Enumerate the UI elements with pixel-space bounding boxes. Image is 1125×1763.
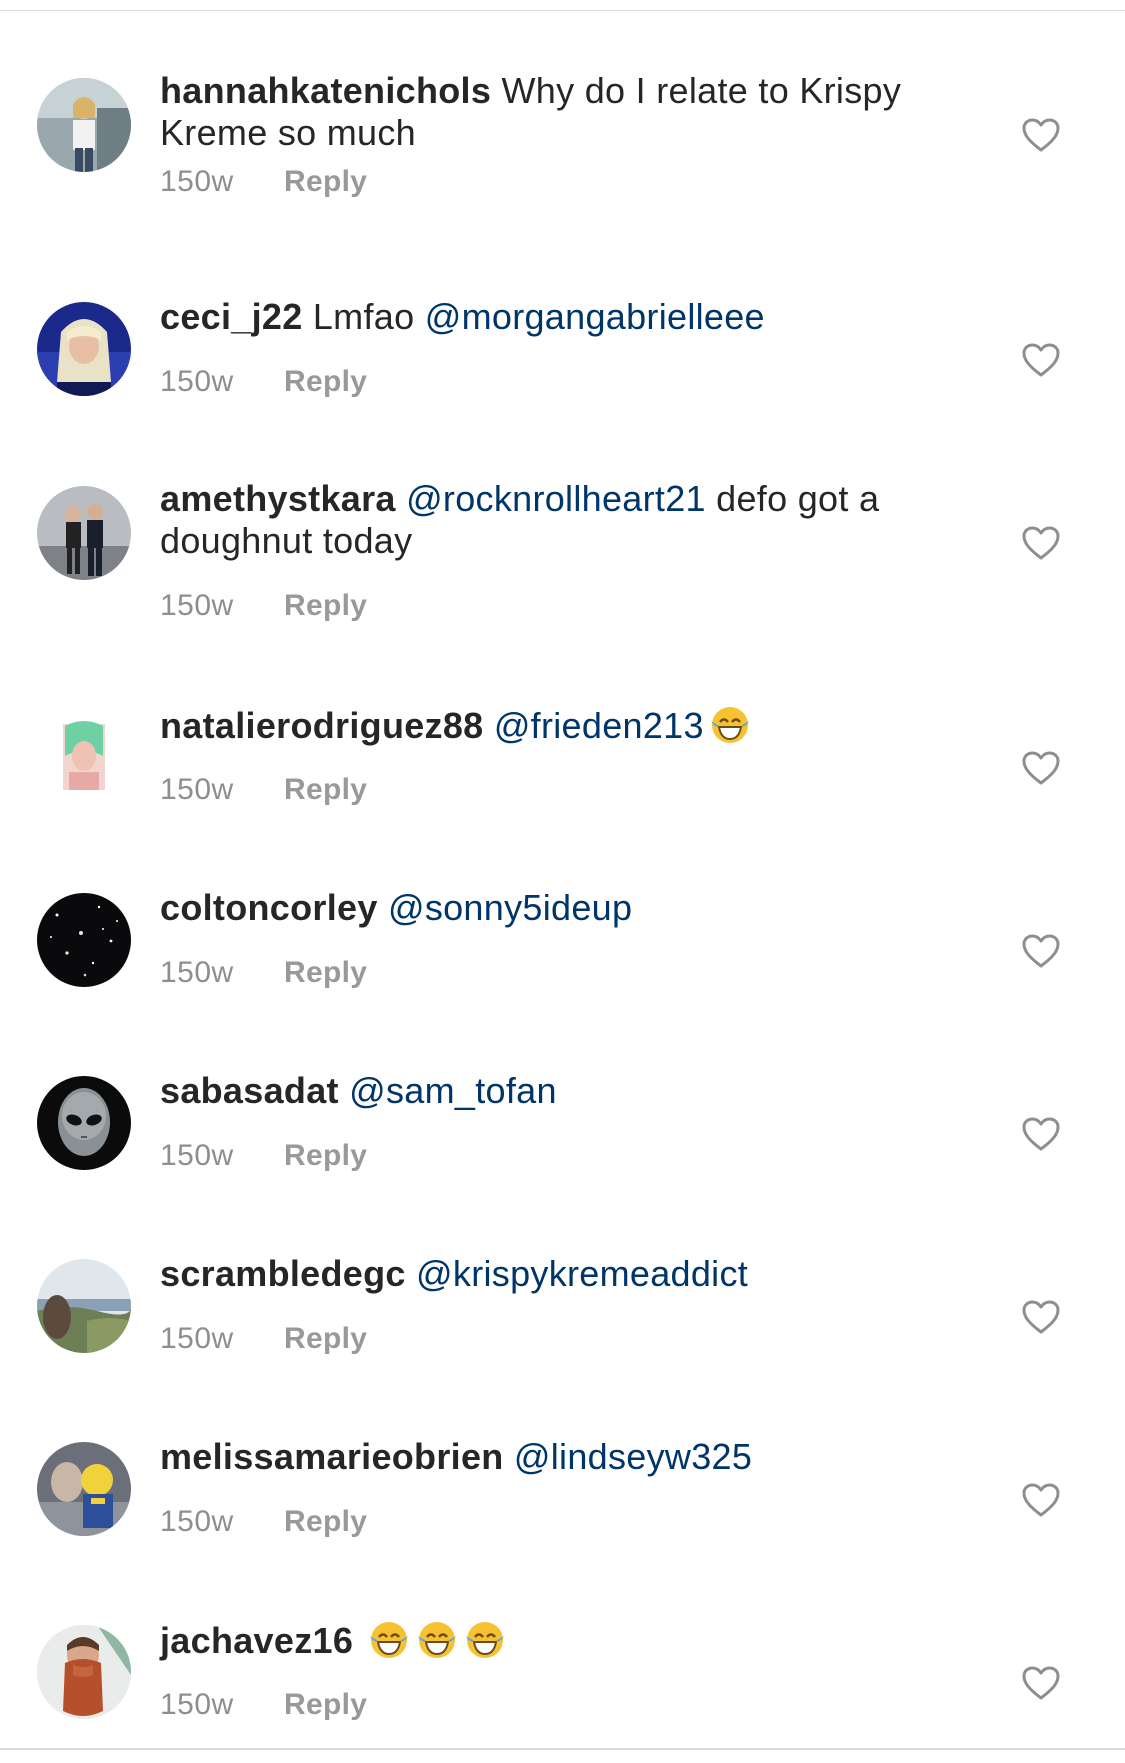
comment-username[interactable]: amethystkara <box>160 478 396 519</box>
comment-body: sabasadat @sam_tofan <box>160 1070 940 1112</box>
comment-row: coltoncorley @sonny5ideup 150w Reply <box>0 881 1125 1031</box>
comment-mention[interactable]: @lindseyw325 <box>514 1436 752 1477</box>
comment-row: ceci_j22 Lmfao @morgangabrielleee 150w Re… <box>0 290 1125 440</box>
comment-age: 150w <box>160 589 234 622</box>
comment-username[interactable]: hannahkatenichols <box>160 70 491 111</box>
reply-button[interactable]: Reply <box>284 1688 367 1721</box>
heart-icon[interactable] <box>1021 750 1061 786</box>
reply-button[interactable]: Reply <box>284 1322 367 1355</box>
comment-age: 150w <box>160 956 234 989</box>
comment-meta: 150w Reply <box>160 165 367 199</box>
heart-icon[interactable] <box>1021 525 1061 561</box>
comment-body: hannahkatenichols Why do I relate to Kri… <box>160 70 940 154</box>
comment-row: jachavez16 150w Reply <box>0 1613 1125 1763</box>
comment-row: scrambledegc @krispykremeaddict 150w Repl… <box>0 1247 1125 1397</box>
comment-meta: 150w Reply <box>160 589 367 623</box>
comment-age: 150w <box>160 1505 234 1538</box>
heart-icon[interactable] <box>1021 117 1061 153</box>
comment-mention[interactable]: @krispykremeaddict <box>416 1253 748 1294</box>
comment-mention[interactable]: @sonny5ideup <box>388 887 632 928</box>
face-with-tears-of-joy-emoji <box>708 704 752 746</box>
comment-body: jachavez16 <box>160 1619 940 1662</box>
avatar[interactable] <box>37 1076 131 1170</box>
comment-age: 150w <box>160 1139 234 1172</box>
comment-username[interactable]: natalierodriguez88 <box>160 705 484 746</box>
comment-age: 150w <box>160 1688 234 1721</box>
heart-icon[interactable] <box>1021 1116 1061 1152</box>
comment-body: scrambledegc @krispykremeaddict <box>160 1253 940 1295</box>
comment-body: amethystkara @rocknrollheart21 defo got … <box>160 478 940 562</box>
comment-mention[interactable]: @sam_tofan <box>349 1070 557 1111</box>
face-with-tears-of-joy-emoji <box>415 1619 459 1661</box>
reply-button[interactable]: Reply <box>284 1139 367 1172</box>
heart-icon[interactable] <box>1021 933 1061 969</box>
reply-button[interactable]: Reply <box>284 773 367 806</box>
avatar[interactable] <box>37 710 131 804</box>
avatar[interactable] <box>37 1625 131 1719</box>
comment-body: ceci_j22 Lmfao @morgangabrielleee <box>160 296 940 338</box>
comment-mention[interactable]: @morgangabrielleee <box>425 296 765 337</box>
avatar[interactable] <box>37 893 131 987</box>
heart-icon[interactable] <box>1021 1665 1061 1701</box>
heart-icon[interactable] <box>1021 1299 1061 1335</box>
avatar[interactable] <box>37 486 131 580</box>
face-with-tears-of-joy-emoji <box>463 1619 507 1661</box>
reply-button[interactable]: Reply <box>284 1505 367 1538</box>
comment-username[interactable]: ceci_j22 <box>160 296 303 337</box>
comment-age: 150w <box>160 165 234 198</box>
reply-button[interactable]: Reply <box>284 365 367 398</box>
comment-meta: 150w Reply <box>160 956 367 990</box>
reply-button[interactable]: Reply <box>284 956 367 989</box>
comment-body: coltoncorley @sonny5ideup <box>160 887 940 929</box>
comment-row: sabasadat @sam_tofan 150w Reply <box>0 1064 1125 1214</box>
comment-row: hannahkatenichols Why do I relate to Kri… <box>0 64 1125 214</box>
top-divider <box>0 10 1125 11</box>
comment-username[interactable]: coltoncorley <box>160 887 378 928</box>
comment-meta: 150w Reply <box>160 1505 367 1539</box>
comment-body: natalierodriguez88 @frieden213 <box>160 704 940 747</box>
avatar[interactable] <box>37 1442 131 1536</box>
comment-meta: 150w Reply <box>160 365 367 399</box>
comment-age: 150w <box>160 773 234 806</box>
comment-mention[interactable]: @rocknrollheart21 <box>406 478 706 519</box>
comment-username[interactable]: melissamarieobrien <box>160 1436 504 1477</box>
comment-row: amethystkara @rocknrollheart21 defo got … <box>0 472 1125 622</box>
face-with-tears-of-joy-emoji <box>367 1619 411 1661</box>
comment-body: melissamarieobrien @lindseyw325 <box>160 1436 940 1478</box>
comment-row: natalierodriguez88 @frieden213 150w Reply <box>0 698 1125 848</box>
comment-row: melissamarieobrien @lindseyw325 150w Repl… <box>0 1430 1125 1580</box>
comment-mention[interactable]: @frieden213 <box>494 705 704 746</box>
comment-meta: 150w Reply <box>160 1688 367 1722</box>
comment-age: 150w <box>160 365 234 398</box>
avatar[interactable] <box>37 302 131 396</box>
reply-button[interactable]: Reply <box>284 589 367 622</box>
avatar[interactable] <box>37 1259 131 1353</box>
bottom-divider <box>0 1748 1125 1750</box>
heart-icon[interactable] <box>1021 1482 1061 1518</box>
comment-username[interactable]: sabasadat <box>160 1070 339 1111</box>
comment-text: Lmfao <box>312 296 415 337</box>
comment-meta: 150w Reply <box>160 773 367 807</box>
comment-meta: 150w Reply <box>160 1139 367 1173</box>
comment-meta: 150w Reply <box>160 1322 367 1356</box>
heart-icon[interactable] <box>1021 342 1061 378</box>
reply-button[interactable]: Reply <box>284 165 367 198</box>
comment-username[interactable]: scrambledegc <box>160 1253 406 1294</box>
comment-username[interactable]: jachavez16 <box>160 1620 353 1661</box>
comment-age: 150w <box>160 1322 234 1355</box>
avatar[interactable] <box>37 78 131 172</box>
